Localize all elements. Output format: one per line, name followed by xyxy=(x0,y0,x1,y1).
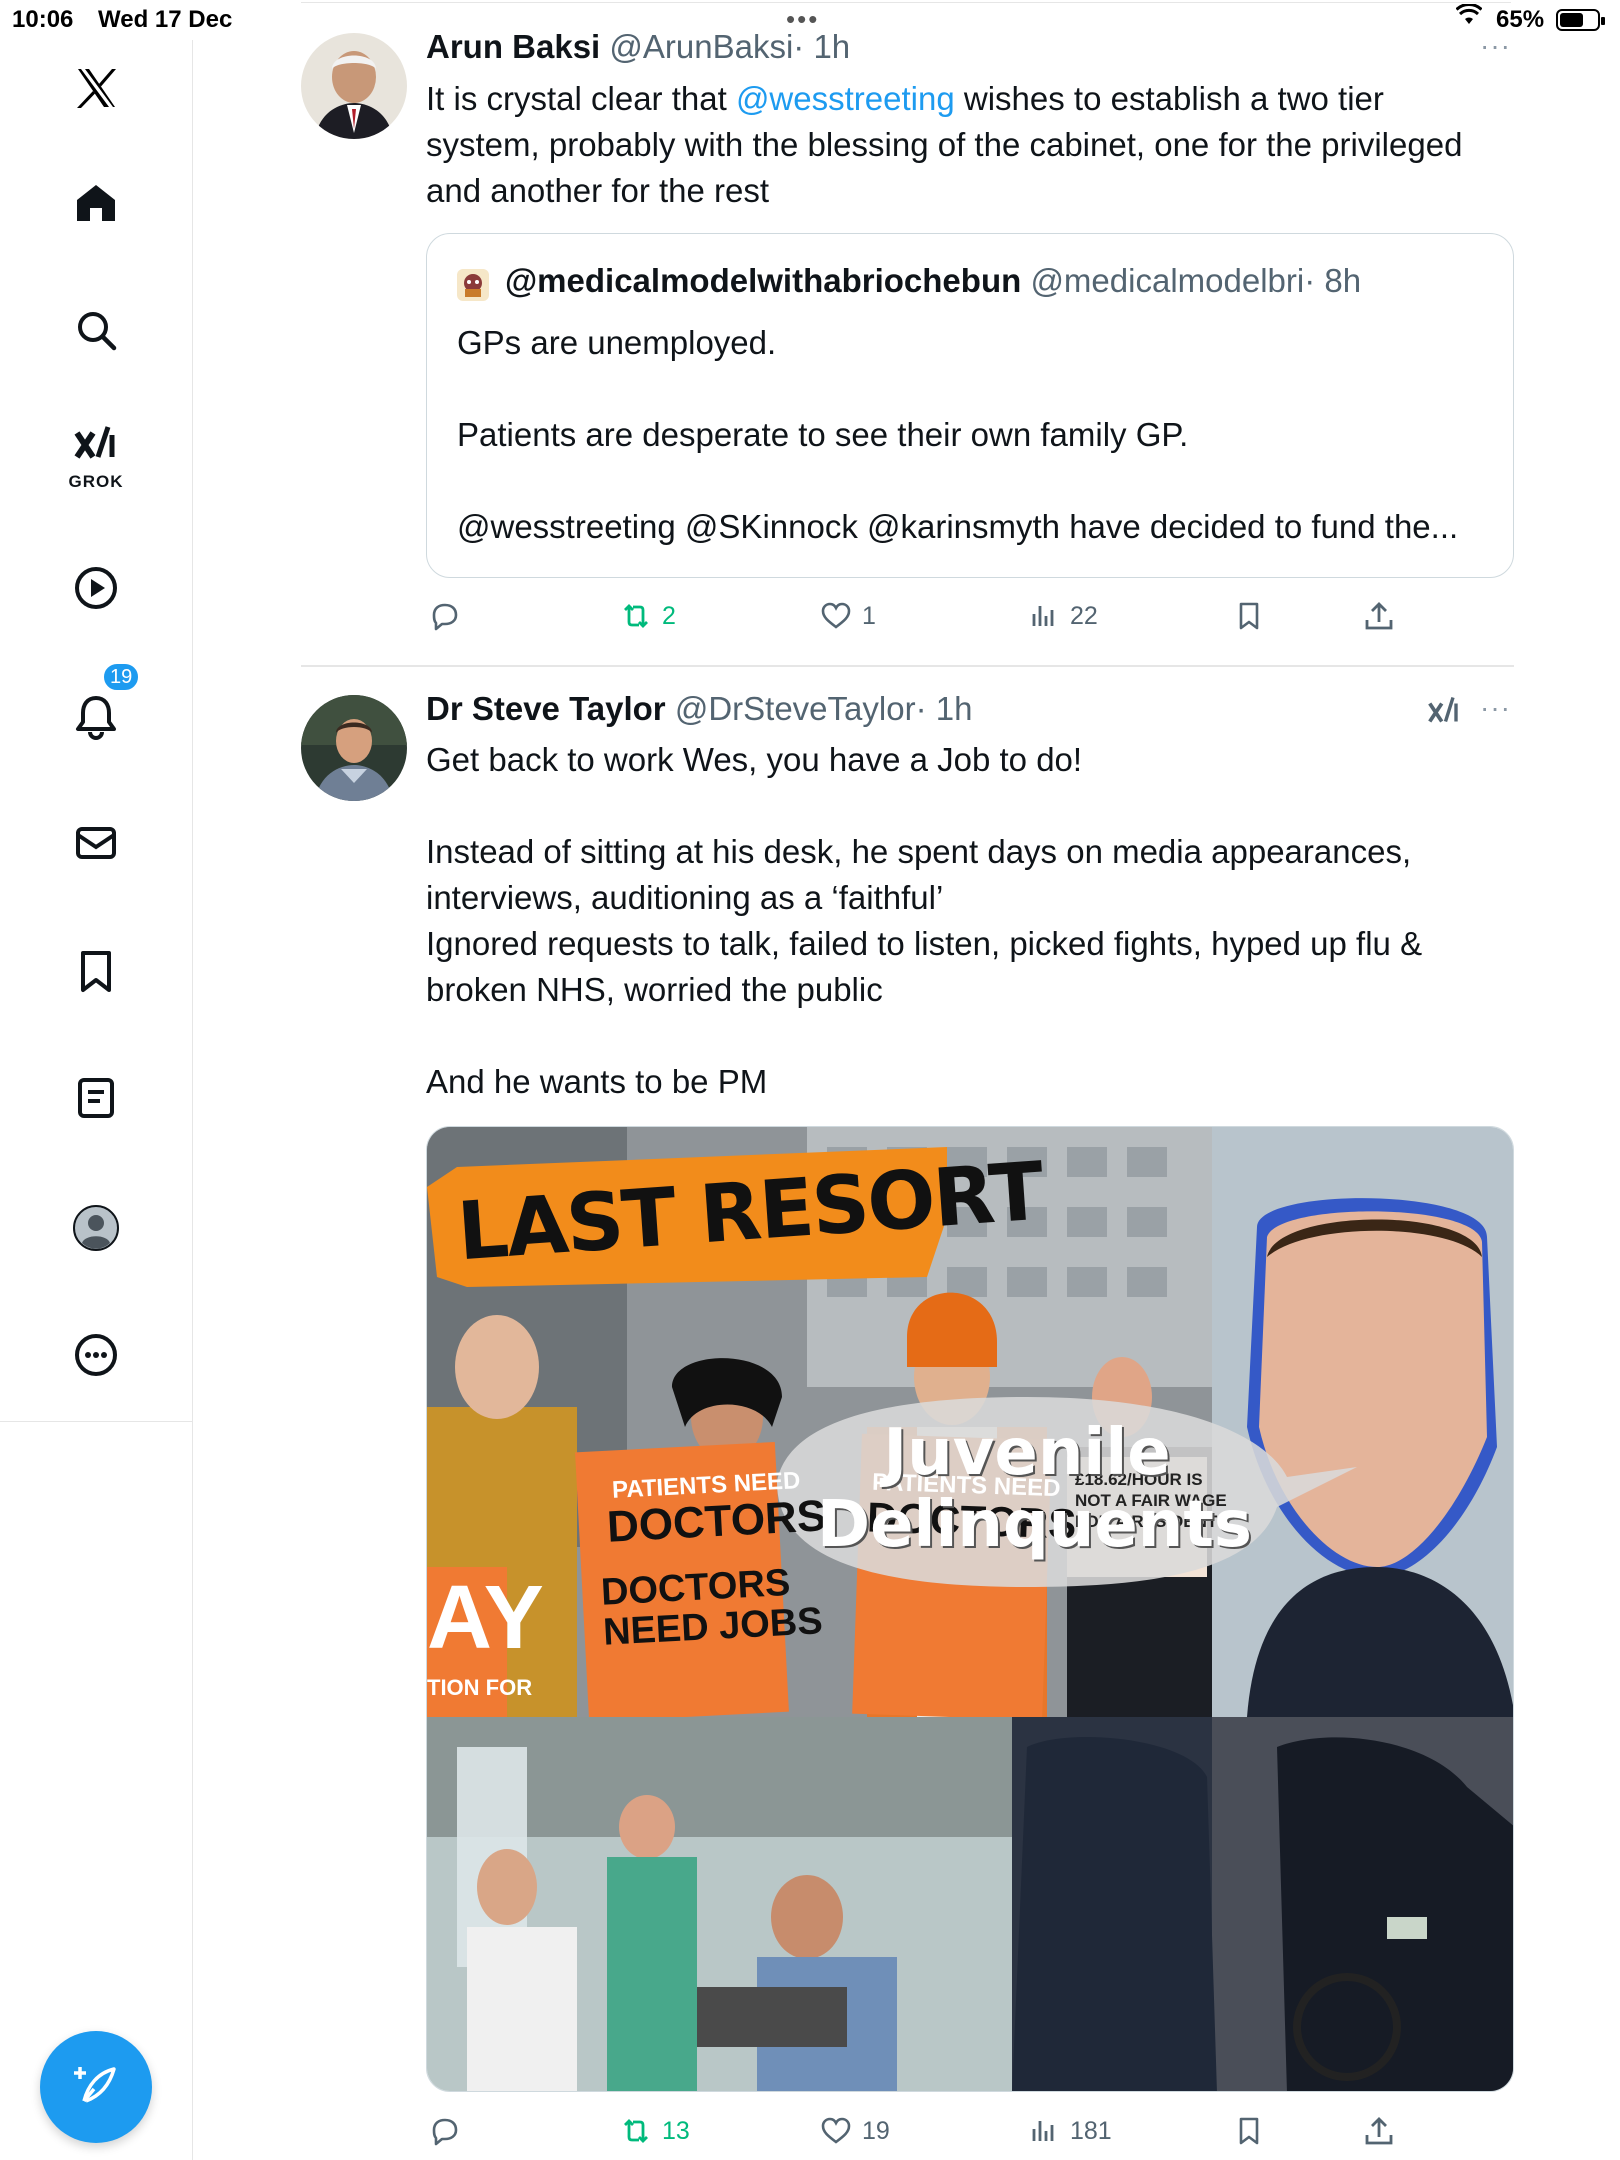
x-logo-icon[interactable] xyxy=(48,40,144,136)
share-button[interactable] xyxy=(1361,2113,1405,2149)
share-icon xyxy=(1365,2117,1393,2145)
repost-button[interactable]: 2 xyxy=(618,598,676,634)
sidebar: GROK 19 xyxy=(0,40,193,2160)
quote-author-line: @medicalmodelwithabriochebun @medicalmod… xyxy=(505,262,1361,300)
author-name[interactable]: Dr Steve Taylor xyxy=(426,690,666,727)
tweet-divider xyxy=(301,665,1514,667)
grok-label: GROK xyxy=(68,472,124,491)
tweet-actions: 2 1 22 xyxy=(426,598,1526,638)
quote-text: GPs are unemployed. Patients are despera… xyxy=(457,324,1459,545)
reply-button[interactable] xyxy=(426,598,470,634)
heart-icon xyxy=(821,2117,851,2144)
heart-icon xyxy=(821,602,851,629)
tweet-text-part: It is crystal clear that xyxy=(426,80,736,117)
play-icon[interactable] xyxy=(48,540,144,636)
repost-icon xyxy=(624,604,648,628)
view-count: 181 xyxy=(1070,2116,1112,2145)
reply-icon xyxy=(432,2118,458,2146)
bookmark-button[interactable] xyxy=(1231,598,1275,634)
bookmark-button[interactable] xyxy=(1231,2113,1275,2149)
like-count: 1 xyxy=(862,601,876,630)
views-button[interactable]: 181 xyxy=(1026,2113,1112,2149)
avatar[interactable] xyxy=(301,695,407,801)
views-icon xyxy=(1032,606,1054,626)
quoted-tweet[interactable]: @medicalmodelwithabriochebun @medicalmod… xyxy=(426,233,1514,578)
sign-text: AY xyxy=(427,1568,544,1668)
bookmark-icon xyxy=(1239,2117,1259,2145)
tweet-time: · 1h xyxy=(915,690,973,727)
tweet-text: Get back to work Wes, you have a Job to … xyxy=(426,741,1423,1100)
speech-bubble-text: Juvenile Delinquents xyxy=(817,1416,1252,1562)
author-handle[interactable]: @ArunBaksi xyxy=(609,28,793,65)
repost-button[interactable]: 13 xyxy=(618,2113,690,2149)
notifications-badge: 19 xyxy=(102,662,141,692)
author-handle[interactable]: @DrSteveTaylor xyxy=(675,690,916,727)
author-name[interactable]: Arun Baksi xyxy=(426,28,600,65)
bookmark-icon[interactable] xyxy=(48,923,144,1019)
tweet-image[interactable]: LAST RESORT PATIENTS NEED DOCTORS DOCTOR… xyxy=(426,1126,1514,2092)
tweet-actions: 13 19 181 xyxy=(426,2113,1526,2153)
search-icon[interactable] xyxy=(48,282,144,378)
tweet-author-line: Arun Baksi @ArunBaksi· 1h xyxy=(426,28,850,66)
mention-link[interactable]: @wesstreeting xyxy=(736,80,955,117)
bookmark-icon xyxy=(1239,602,1259,630)
grok-icon[interactable] xyxy=(1426,693,1466,733)
quote-handle: @medicalmodelbri xyxy=(1030,262,1305,299)
top-divider xyxy=(301,2,1511,3)
compose-button[interactable] xyxy=(40,2031,152,2143)
share-button[interactable] xyxy=(1361,598,1405,634)
avatar[interactable] xyxy=(301,33,407,139)
like-button[interactable]: 19 xyxy=(818,2113,890,2149)
repost-count: 13 xyxy=(662,2116,690,2145)
tweet-time: · 1h xyxy=(793,28,851,65)
home-icon[interactable] xyxy=(48,155,144,251)
quote-author: @medicalmodelwithabriochebun xyxy=(505,262,1022,299)
reply-icon xyxy=(432,603,458,631)
quote-avatar xyxy=(457,269,489,301)
tweet-author-line: Dr Steve Taylor @DrSteveTaylor· 1h xyxy=(426,690,972,728)
timeline: Arun Baksi @ArunBaksi· 1h ··· It is crys… xyxy=(193,0,1620,2160)
views-icon xyxy=(1032,2121,1054,2141)
views-button[interactable]: 22 xyxy=(1026,598,1098,634)
sidebar-divider xyxy=(0,1421,193,1422)
like-button[interactable]: 1 xyxy=(818,598,876,634)
grok-icon[interactable]: GROK xyxy=(48,410,144,506)
status-time: 10:06 xyxy=(12,6,74,33)
more-options-icon[interactable]: ··· xyxy=(1480,692,1511,724)
notifications-icon[interactable]: 19 xyxy=(48,662,144,764)
reply-button[interactable] xyxy=(426,2113,470,2149)
lists-icon[interactable] xyxy=(48,1050,144,1146)
mail-icon[interactable] xyxy=(48,795,144,891)
more-icon[interactable] xyxy=(48,1307,144,1403)
repost-count: 2 xyxy=(662,601,676,630)
compose-icon xyxy=(74,2067,116,2103)
share-icon xyxy=(1365,602,1393,630)
repost-icon xyxy=(624,2119,648,2143)
sign-text: TION FOR xyxy=(427,1675,533,1700)
view-count: 22 xyxy=(1070,601,1098,630)
tweet-text: It is crystal clear that @wesstreeting w… xyxy=(426,76,1526,214)
profile-icon[interactable] xyxy=(48,1180,144,1276)
sign-text: DOCTORS NEED JOBS xyxy=(600,1561,824,1654)
more-options-icon[interactable]: ··· xyxy=(1480,30,1511,62)
like-count: 19 xyxy=(862,2116,890,2145)
quote-time: · 8h xyxy=(1304,262,1362,299)
